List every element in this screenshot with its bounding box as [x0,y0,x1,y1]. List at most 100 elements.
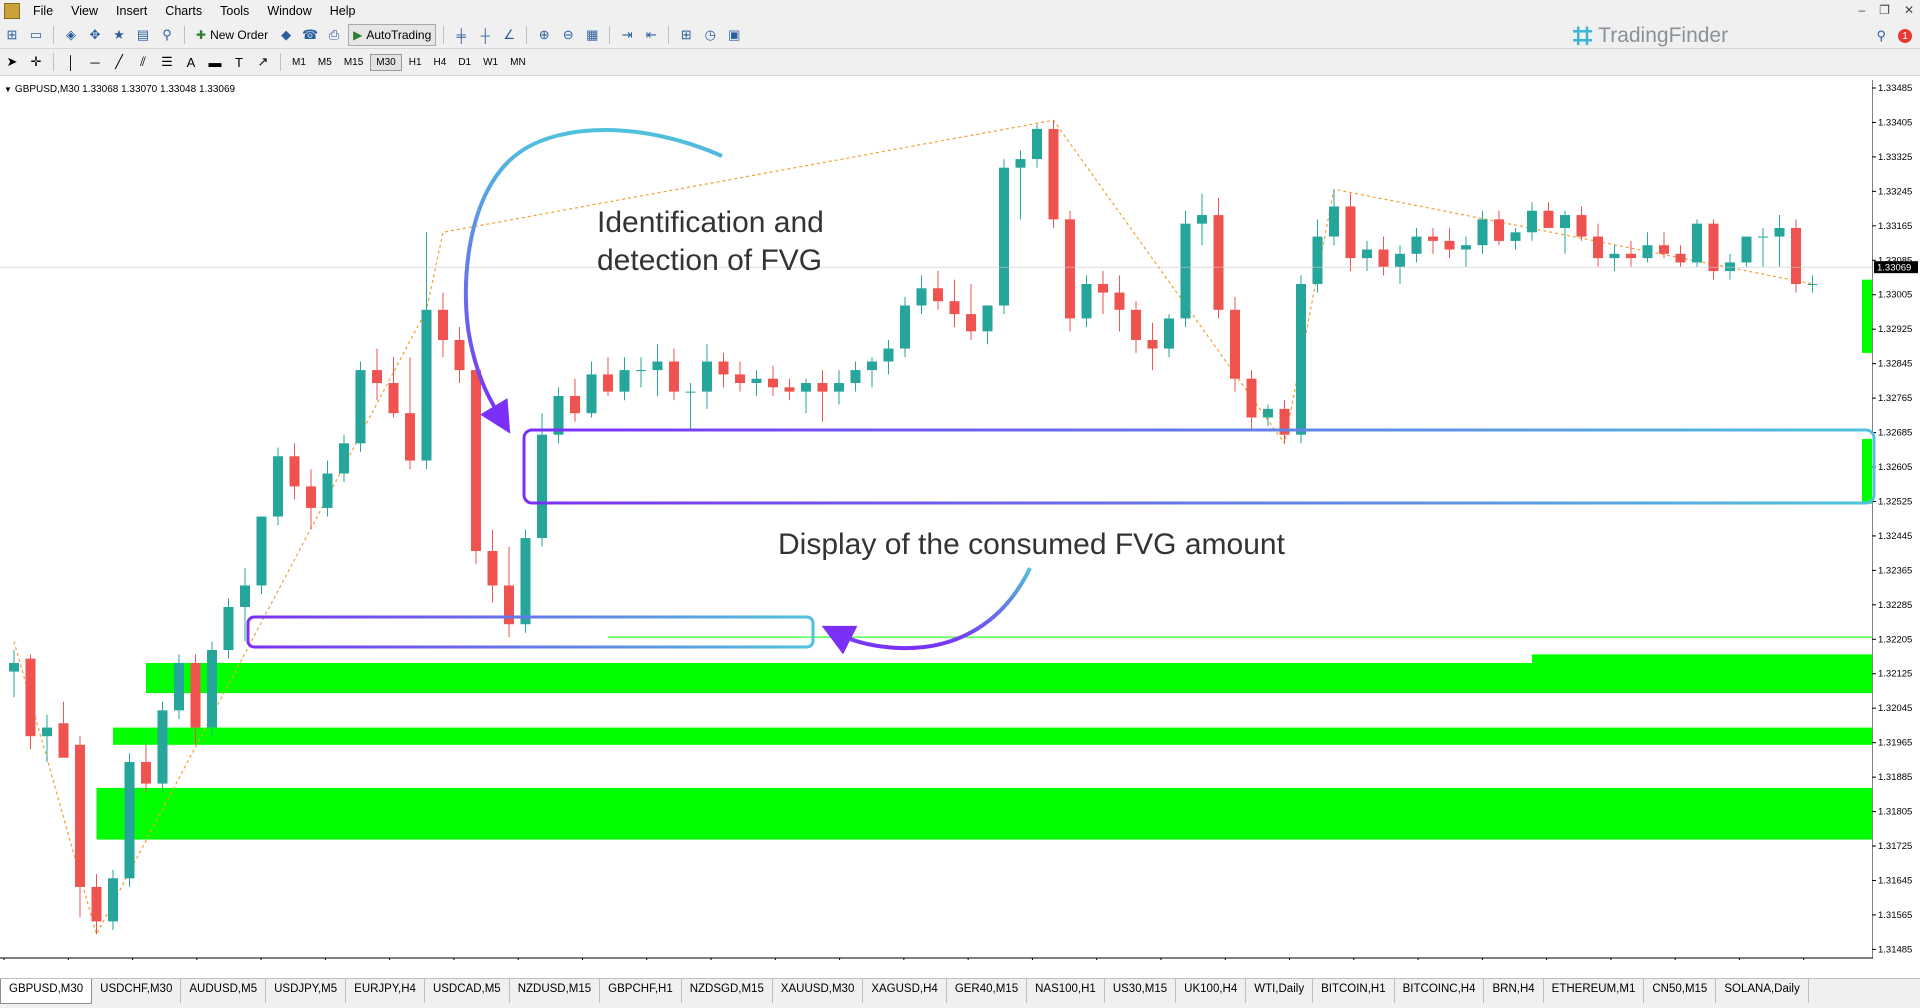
periods-icon[interactable]: ◷ [700,25,720,45]
fibonacci-icon[interactable]: ☰ [157,52,177,72]
symbol-tab[interactable]: USDJPY,M5 [266,979,347,1003]
timeframe-m30[interactable]: M30 [370,53,402,71]
symbol-tab[interactable]: GBPCHF,H1 [600,979,682,1003]
candle [619,357,630,401]
menu-insert[interactable]: Insert [107,0,156,22]
zoom-in-icon[interactable]: ⊕ [534,25,554,45]
menu-help[interactable]: Help [321,0,365,22]
cursor-icon[interactable]: ➤ [2,52,22,72]
candle [1692,219,1702,267]
notification-badge[interactable]: 1 [1898,29,1912,43]
symbol-tab[interactable]: NZDUSD,M15 [510,979,601,1003]
candle [751,370,762,396]
candle [817,370,828,422]
price-tick-label: 1.33005 [1878,290,1912,301]
symbol-tab[interactable]: BITCOIN,H1 [1313,979,1395,1003]
symbol-tab[interactable]: BITCOINC,H4 [1395,979,1485,1003]
timeframe-mn[interactable]: MN [505,55,531,70]
data-window-icon[interactable]: ✥ [85,25,105,45]
timeframe-h4[interactable]: H4 [429,55,452,70]
symbol-tab[interactable]: USDCHF,M30 [92,979,182,1003]
menu-view[interactable]: View [62,0,107,22]
zoom-out-icon[interactable]: ⊖ [558,25,578,45]
symbol-tab[interactable]: NAS100,H1 [1027,979,1105,1003]
metaeditor-icon[interactable]: ◆ [276,25,296,45]
chart-shift-icon[interactable]: ⇤ [641,25,661,45]
new-chart-icon[interactable]: ⊞ [2,25,22,45]
menu-tools[interactable]: Tools [211,0,258,22]
bar-chart-icon[interactable]: ╪ [451,25,471,45]
symbol-tab[interactable]: UK100,H4 [1176,979,1247,1003]
symbol-tab[interactable]: SOLANA,Daily [1716,979,1809,1003]
market-watch-icon[interactable]: ◈ [61,25,81,45]
close-icon[interactable]: ✕ [1904,3,1914,17]
candle [157,701,168,793]
symbol-tab[interactable]: NZDSGD,M15 [682,979,773,1003]
menu-file[interactable]: File [24,0,62,22]
symbol-tab[interactable]: USDCAD,M5 [425,979,510,1003]
symbol-tab[interactable]: GBPUSD,M30 [0,979,93,1004]
candle [1329,189,1339,246]
app-icon [4,3,20,19]
label-icon[interactable]: ▬ [205,52,225,72]
autoscroll-icon[interactable]: ⇥ [617,25,637,45]
symbol-tab[interactable]: EURJPY,H4 [346,979,425,1003]
price-chart[interactable]: 1.33485 1.33405 1.33325 1.33245 1.33165 1.330… [0,80,1920,960]
candle [1593,223,1603,267]
symbol-tab[interactable]: BRN,H4 [1484,979,1544,1003]
price-tick-label: 1.32045 [1878,703,1912,714]
candle [718,352,729,388]
templates-icon[interactable]: ▣ [724,25,744,45]
candle [735,361,745,392]
line-chart-icon[interactable]: ∠ [499,25,519,45]
search-icon[interactable]: ⚲ [1876,28,1886,44]
shapes-icon[interactable]: ↗ [253,52,273,72]
new-order-button[interactable]: ✚ New Order [192,25,272,45]
indicators-icon[interactable]: ⊞ [676,25,696,45]
text-icon[interactable]: A [181,52,201,72]
candle [801,378,811,414]
symbol-tab[interactable]: AUDUSD,M5 [181,979,267,1003]
price-tick-label: 1.32445 [1878,531,1912,542]
print-icon[interactable]: ⎙ [324,25,344,45]
arrows-icon[interactable]: T [229,52,249,72]
candle [1065,210,1075,332]
terminal-icon[interactable]: ▤ [133,25,153,45]
menu-window[interactable]: Window [258,0,320,22]
price-tick-label: 1.32845 [1878,359,1912,370]
profiles-icon[interactable]: ▭ [26,25,46,45]
candle [933,271,943,310]
fvg-zone [146,662,1872,694]
vertical-line-icon[interactable]: │ [61,52,81,72]
candle [306,469,316,530]
timeframe-w1[interactable]: W1 [478,55,503,70]
symbol-tab[interactable]: US30,M15 [1105,979,1177,1003]
timeframe-m5[interactable]: M5 [313,55,337,70]
timeframe-m15[interactable]: M15 [339,55,368,70]
timeframe-d1[interactable]: D1 [453,55,476,70]
candle [1032,124,1042,168]
symbol-tab[interactable]: XAGUSD,H4 [863,979,947,1003]
menu-charts[interactable]: Charts [156,0,211,22]
navigator-icon[interactable]: ★ [109,25,129,45]
symbol-tab[interactable]: CN50,M15 [1644,979,1717,1003]
symbol-tab[interactable]: ETHEREUM,M1 [1544,979,1645,1003]
restore-icon[interactable]: ❐ [1879,3,1890,17]
autotrading-button[interactable]: ▶ AutoTrading [348,24,437,46]
symbol-tab[interactable]: GER40,M15 [947,979,1028,1003]
candlestick-icon[interactable]: ┼ [475,25,495,45]
minimize-icon[interactable]: – [1858,3,1865,17]
timeframe-h1[interactable]: H1 [404,55,427,70]
strategy-tester-icon[interactable]: ⚲ [157,25,177,45]
crosshair-icon[interactable]: ✛ [26,52,46,72]
timeframe-m1[interactable]: M1 [287,55,311,70]
signals-icon[interactable]: ☎ [300,25,320,45]
tile-windows-icon[interactable]: ▦ [582,25,602,45]
trendline-icon[interactable]: ╱ [109,52,129,72]
horizontal-line-icon[interactable]: ─ [85,52,105,72]
channel-icon[interactable]: ⫽ [133,52,153,72]
price-tick-label: 1.33325 [1878,152,1912,163]
symbol-tab[interactable]: WTI,Daily [1246,979,1314,1003]
current-price-tag: 1.33069 [0,261,1918,638]
symbol-tab[interactable]: XAUUSD,M30 [773,979,864,1003]
